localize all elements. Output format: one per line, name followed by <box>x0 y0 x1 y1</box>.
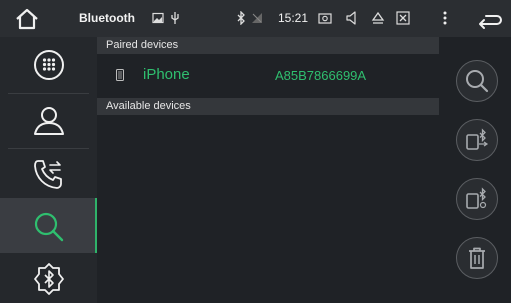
sidebar-item-search[interactable] <box>0 198 97 253</box>
close-box-icon[interactable] <box>396 11 410 25</box>
paired-device-row[interactable]: iPhone A85B7866699A <box>97 57 439 93</box>
dialpad-icon <box>33 50 64 80</box>
sidebar <box>0 37 97 303</box>
clock: 15:21 <box>278 11 309 25</box>
device-address: A85B7866699A <box>275 68 367 83</box>
contacts-icon <box>33 107 64 135</box>
search-button[interactable] <box>456 60 498 102</box>
connect-button[interactable] <box>456 119 498 161</box>
bluetooth-icon <box>237 11 245 25</box>
camera-icon[interactable] <box>318 11 332 25</box>
disconnect-phone-icon <box>466 187 487 209</box>
sidebar-item-contacts[interactable] <box>0 94 97 146</box>
paired-devices-label: Paired devices <box>106 39 179 51</box>
app-title: Bluetooth <box>79 11 135 25</box>
available-devices-header: Available devices <box>97 98 439 115</box>
device-name: iPhone <box>143 66 190 83</box>
volume-icon[interactable] <box>346 11 358 25</box>
gallery-icon <box>152 12 164 24</box>
no-signal-icon <box>252 13 262 23</box>
home-icon[interactable] <box>14 7 40 31</box>
delete-icon <box>469 247 485 269</box>
more-icon[interactable] <box>442 11 448 25</box>
disconnect-button[interactable] <box>456 178 498 220</box>
action-bar <box>443 37 511 303</box>
usb-icon <box>171 12 179 24</box>
search-icon <box>466 70 489 93</box>
device-list-panel: Paired devices iPhone A85B7866699A Avail… <box>97 37 443 303</box>
status-bar: Bluetooth 15:21 <box>0 0 511 37</box>
connect-phone-icon <box>466 128 489 150</box>
phone-icon <box>116 69 124 81</box>
bluetooth-settings-icon <box>33 263 64 295</box>
delete-button[interactable] <box>456 237 498 279</box>
back-icon[interactable] <box>476 8 502 30</box>
paired-devices-header: Paired devices <box>97 37 439 54</box>
sidebar-item-bluetooth-settings[interactable] <box>0 253 97 303</box>
search-icon <box>34 212 63 241</box>
sidebar-item-call-log[interactable] <box>0 148 97 200</box>
eject-icon[interactable] <box>371 11 385 25</box>
call-log-icon <box>33 160 62 189</box>
sidebar-item-dialpad[interactable] <box>0 39 97 91</box>
available-devices-label: Available devices <box>106 100 191 112</box>
